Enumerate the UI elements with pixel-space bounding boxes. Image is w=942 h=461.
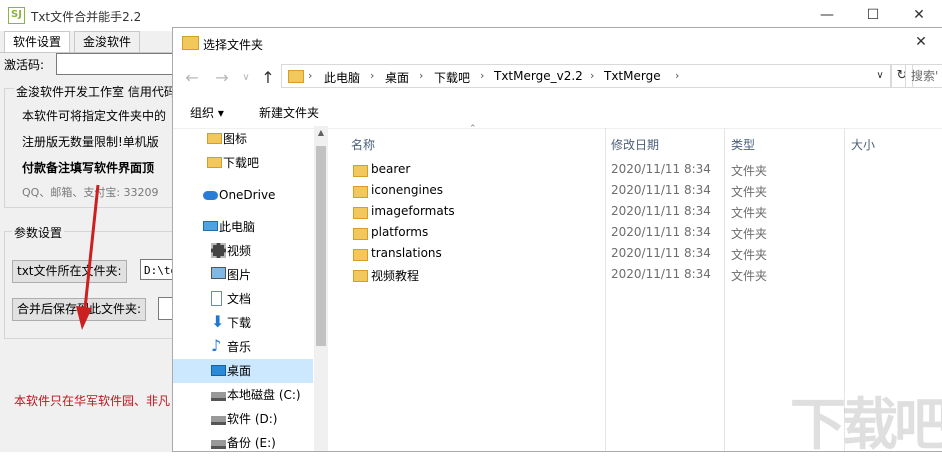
breadcrumb-item[interactable]: 下载吧 <box>434 69 470 86</box>
dialog-titlebar: 选择文件夹 ✕ <box>173 28 942 59</box>
nav-item-label: 本地磁盘 (C:) <box>227 388 301 402</box>
file-row[interactable]: translations 2020/11/11 8:34 文件夹 <box>353 244 783 265</box>
column-header-name[interactable]: 名称 <box>351 133 375 157</box>
folder-icon <box>207 157 222 168</box>
file-date: 2020/11/11 8:34 <box>611 162 711 176</box>
folder-icon <box>353 270 368 282</box>
nav-item-label: 桌面 <box>227 364 252 378</box>
download-icon: ⬇ <box>211 312 225 331</box>
video-icon <box>211 243 226 258</box>
file-row[interactable]: imageformats 2020/11/11 8:34 文件夹 <box>353 202 783 223</box>
address-bar[interactable]: › 此电脑 › 桌面 › 下载吧 › TxtMerge_v2.2 › TxtMe… <box>281 64 891 88</box>
back-arrow-icon[interactable]: ← <box>181 67 203 89</box>
file-date: 2020/11/11 8:34 <box>611 204 711 218</box>
file-name: 视频教程 <box>371 269 420 283</box>
nav-item-label: 下载吧 <box>223 156 260 170</box>
breadcrumb-item[interactable]: TxtMerge_v2.2 <box>494 69 583 83</box>
nav-item-label: 此电脑 <box>219 220 256 234</box>
address-dropdown-icon[interactable]: ∨ <box>870 65 890 87</box>
nav-item-label: 下载 <box>227 316 252 330</box>
nav-item-onedrive[interactable]: OneDrive <box>203 183 329 207</box>
recent-chevron-icon[interactable]: ∨ <box>235 67 257 89</box>
breadcrumb-item[interactable]: 桌面 <box>385 69 409 86</box>
file-type: 文件夹 <box>731 206 768 220</box>
column-header-size[interactable]: 大小 <box>851 133 875 157</box>
folder-icon <box>353 186 368 198</box>
dialog-title: 选择文件夹 <box>203 38 264 52</box>
breadcrumb-separator-icon: › <box>590 69 595 82</box>
picture-icon <box>211 267 226 279</box>
dialog-close-icon[interactable]: ✕ <box>899 28 942 57</box>
breadcrumb-separator-icon: › <box>480 69 485 82</box>
file-date: 2020/11/11 8:34 <box>611 267 711 281</box>
folder-icon <box>182 36 199 50</box>
file-type: 文件夹 <box>731 227 768 241</box>
breadcrumb-separator-icon: › <box>675 69 680 82</box>
document-icon <box>211 291 222 306</box>
folder-icon <box>353 249 368 261</box>
file-date: 2020/11/11 8:34 <box>611 225 711 239</box>
file-row[interactable]: 视频教程 2020/11/11 8:34 文件夹 <box>353 265 783 286</box>
nav-item-label: 图片 <box>227 268 252 282</box>
file-date: 2020/11/11 8:34 <box>611 246 711 260</box>
column-header-date[interactable]: 修改日期 <box>611 133 659 157</box>
folder-icon <box>207 133 222 144</box>
nav-item-label: 音乐 <box>227 340 252 354</box>
file-type: 文件夹 <box>731 185 768 199</box>
cloud-icon <box>203 191 218 200</box>
file-type: 文件夹 <box>731 248 768 262</box>
column-header-type[interactable]: 类型 <box>731 133 755 157</box>
file-type: 文件夹 <box>731 164 768 178</box>
desktop-icon <box>211 365 226 376</box>
nav-scrollbar-thumb[interactable] <box>316 146 326 346</box>
nav-item-label: 备份 (E:) <box>227 436 276 450</box>
file-row[interactable]: platforms 2020/11/11 8:34 文件夹 <box>353 223 783 244</box>
nav-item-label: 视频 <box>227 244 252 258</box>
folder-icon <box>288 70 304 83</box>
file-date: 2020/11/11 8:34 <box>611 183 711 197</box>
organize-button[interactable]: 组织 ▾ <box>190 104 224 121</box>
file-name: platforms <box>371 225 429 239</box>
computer-icon <box>203 221 218 231</box>
watermark-logo: 下载吧 <box>790 393 942 458</box>
breadcrumb-separator-icon: › <box>308 69 313 82</box>
folder-icon <box>353 207 368 219</box>
annotation-arrow <box>76 184 100 330</box>
nav-item-this-pc[interactable]: 此电脑 <box>203 215 329 239</box>
file-name: iconengines <box>371 183 444 197</box>
file-name: translations <box>371 246 442 260</box>
breadcrumb-item[interactable]: TxtMerge <box>604 69 661 83</box>
nav-item-label: 图标 <box>223 132 248 146</box>
file-row[interactable]: bearer 2020/11/11 8:34 文件夹 <box>353 160 783 181</box>
folder-icon <box>353 165 368 177</box>
file-type: 文件夹 <box>731 269 768 283</box>
forward-arrow-icon[interactable]: → <box>211 67 233 89</box>
nav-item-label: 文档 <box>227 292 252 306</box>
file-name: imageformats <box>371 204 455 218</box>
nav-item-label: OneDrive <box>219 188 276 202</box>
scroll-up-icon[interactable]: ▲ <box>314 128 328 137</box>
breadcrumb-separator-icon: › <box>419 69 424 82</box>
breadcrumb-separator-icon: › <box>370 69 375 82</box>
file-row[interactable]: iconengines 2020/11/11 8:34 文件夹 <box>353 181 783 202</box>
search-input[interactable]: 搜索' <box>905 64 942 88</box>
folder-icon <box>353 228 368 240</box>
up-arrow-icon[interactable]: ↑ <box>257 67 279 89</box>
new-folder-button[interactable]: 新建文件夹 <box>259 104 319 121</box>
drive-icon <box>211 416 226 425</box>
nav-item-label: 软件 (D:) <box>227 412 278 426</box>
drive-icon <box>211 392 226 401</box>
breadcrumb-item[interactable]: 此电脑 <box>324 69 360 86</box>
drive-icon <box>211 440 226 449</box>
music-icon: ♪ <box>211 336 222 355</box>
file-name: bearer <box>371 162 411 176</box>
sort-ascending-icon: ⌃ <box>469 124 477 134</box>
